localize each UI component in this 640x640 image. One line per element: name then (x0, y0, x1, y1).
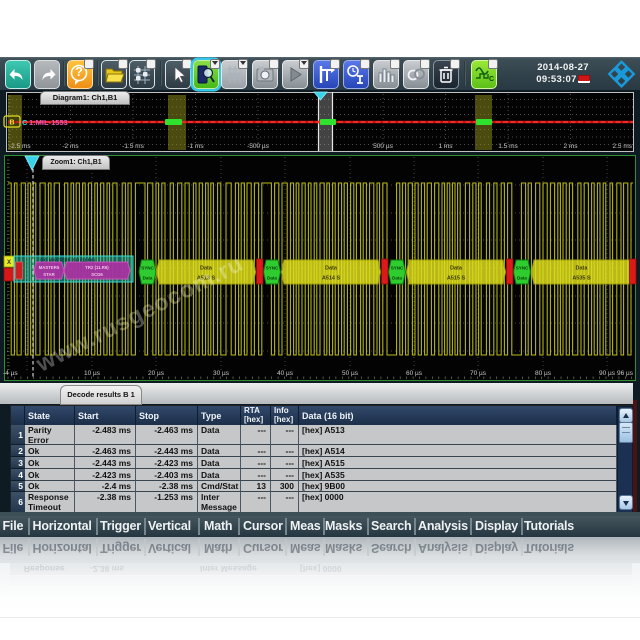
svg-text:MASTER5: MASTER5 (39, 265, 60, 270)
svg-text:-2.5 ms: -2.5 ms (9, 143, 31, 150)
svg-text:1:MIL-1553: 1:MIL-1553 (29, 118, 68, 127)
svg-text:STAR: STAR (43, 272, 55, 277)
svg-text:-4 µs: -4 µs (3, 370, 18, 377)
svg-text:10 µs: 10 µs (84, 370, 101, 377)
svg-text:Data: Data (267, 276, 277, 281)
svg-text:90 µs: 90 µs (599, 370, 616, 377)
svg-text:Data: Data (143, 276, 153, 281)
svg-text:-1 ms: -1 ms (187, 143, 204, 150)
svg-text:Data: Data (392, 276, 402, 281)
svg-text:C: C (22, 118, 28, 127)
svg-text:30 µs: 30 µs (213, 370, 230, 377)
svg-text:Data: Data (450, 266, 463, 272)
svg-text:Data: Data (517, 276, 527, 281)
svg-text:70 µs: 70 µs (470, 370, 487, 377)
svg-text:-500 µs: -500 µs (247, 143, 270, 150)
svg-text:80 µs: 80 µs (535, 370, 552, 377)
svg-text:SYNC: SYNC (266, 266, 279, 271)
svg-text:SCD6: SCD6 (91, 272, 103, 277)
svg-text:96 µs: 96 µs (617, 370, 634, 377)
svg-text:20 µs: 20 µs (148, 370, 165, 377)
svg-text:B: B (9, 120, 14, 127)
svg-text:X: X (7, 260, 11, 266)
svg-text:SYNC: SYNC (391, 266, 404, 271)
svg-text:Data: Data (576, 266, 589, 272)
svg-text:A515 S: A515 S (447, 276, 466, 282)
svg-text:SYNC: SYNC (516, 266, 529, 271)
svg-text:TR2 (11.R6): TR2 (11.R6) (85, 265, 109, 270)
svg-text:-2 ms: -2 ms (62, 143, 79, 150)
svg-text:60 µs: 60 µs (406, 370, 423, 377)
svg-text:1.5 ms: 1.5 ms (498, 143, 518, 150)
svg-text:1 ms: 1 ms (438, 143, 453, 150)
svg-text:SYNC: SYNC (141, 266, 154, 271)
svg-text:Data: Data (325, 266, 338, 272)
svg-text:50 µs: 50 µs (342, 370, 359, 377)
svg-text:40 µs: 40 µs (277, 370, 294, 377)
svg-text:2.5 ms: 2.5 ms (612, 143, 632, 150)
svg-text:A514 S: A514 S (322, 276, 341, 282)
svg-text:500 µs: 500 µs (373, 143, 393, 150)
svg-text:-1.5 ms: -1.5 ms (122, 143, 144, 150)
svg-text:A535 S: A535 S (572, 276, 591, 282)
svg-text:2 ms: 2 ms (563, 143, 578, 150)
